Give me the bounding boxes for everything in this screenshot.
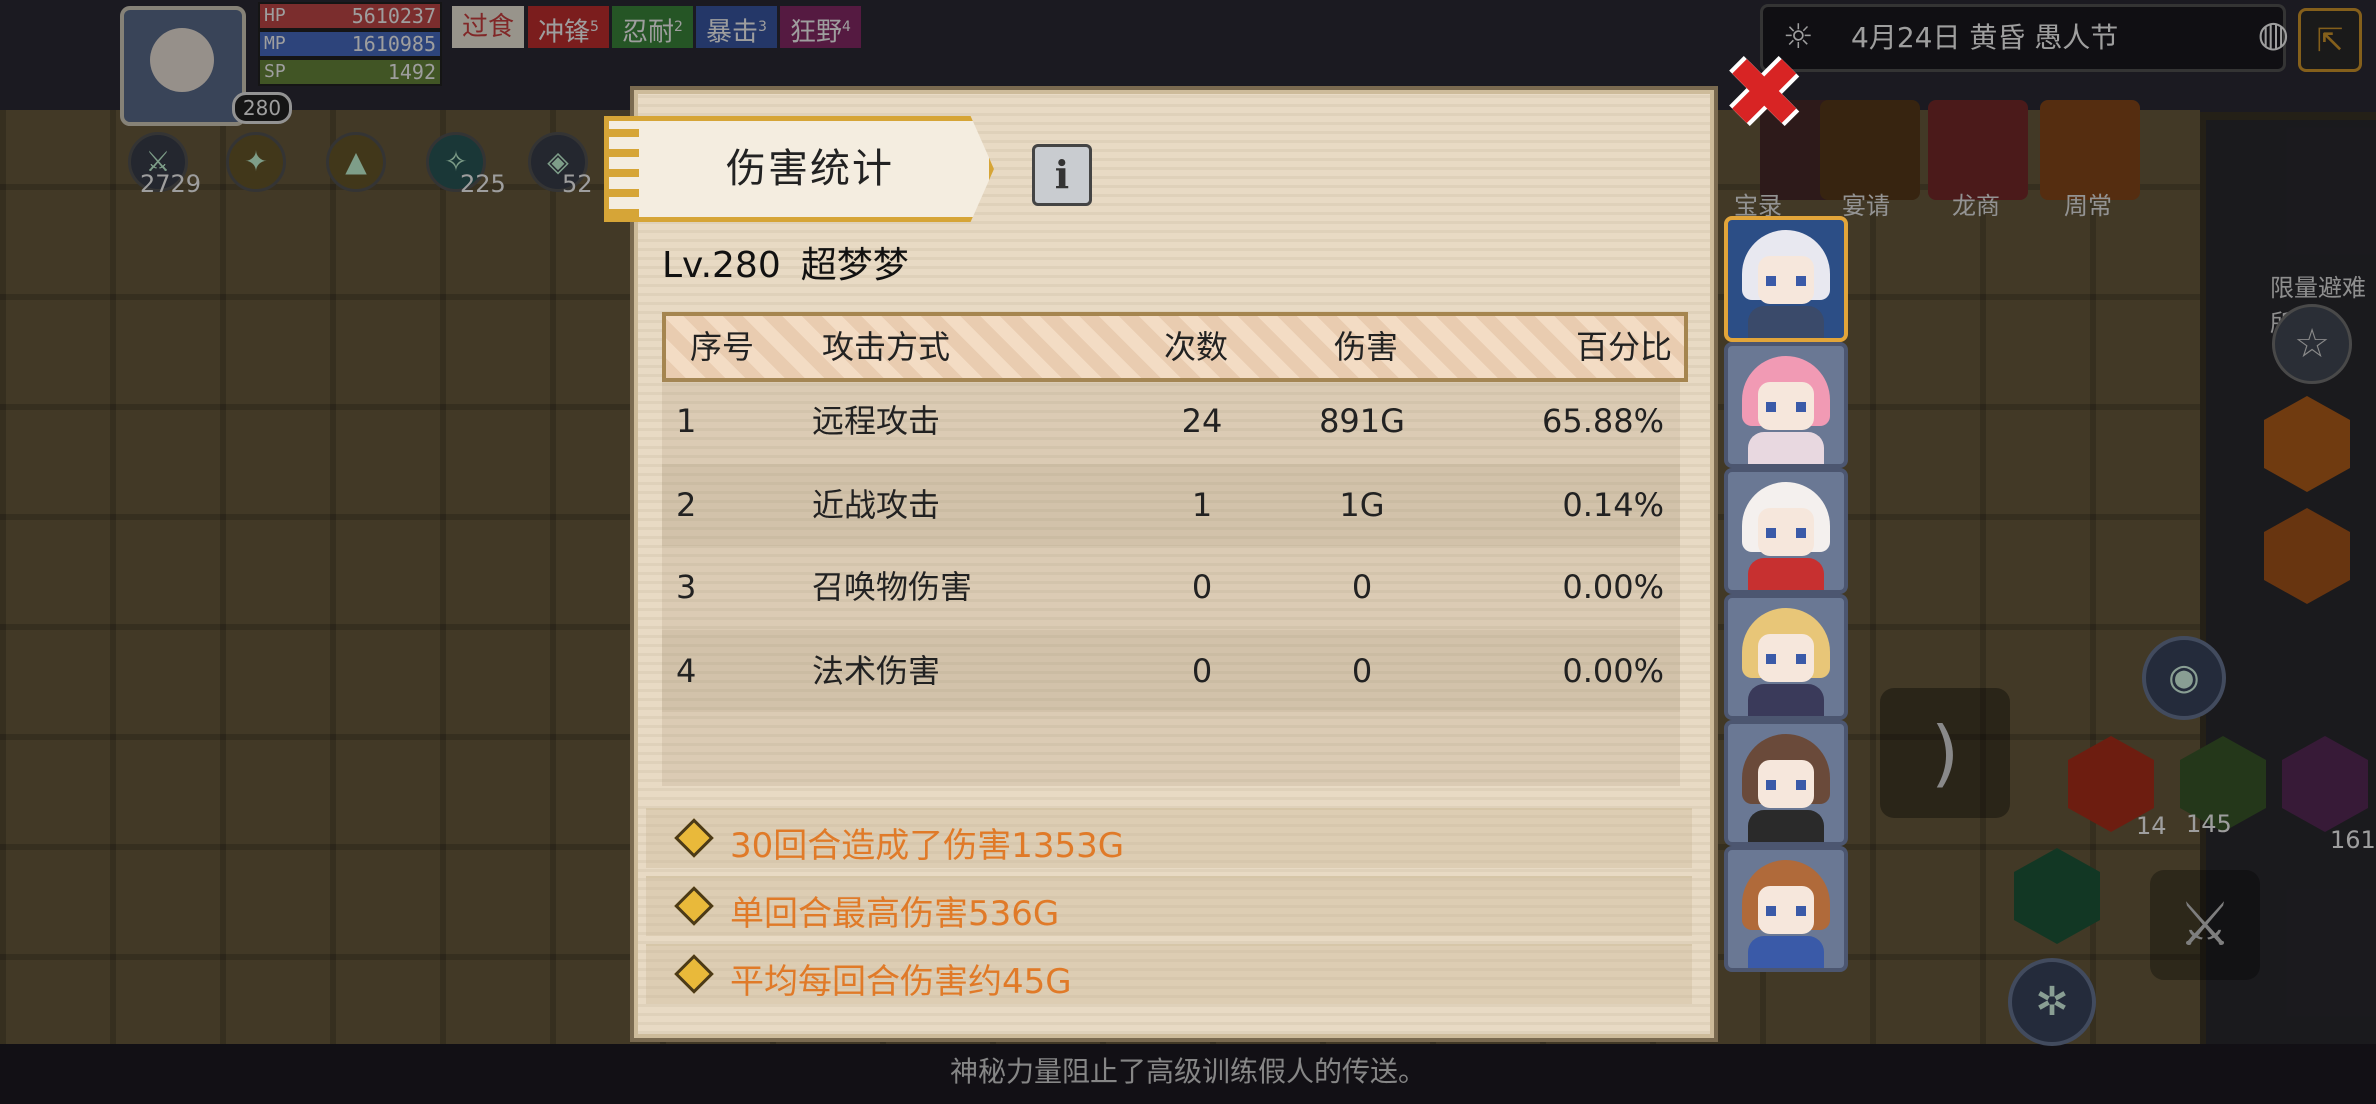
character-level: Lv.280 — [662, 245, 781, 286]
portrait-eyes — [1766, 402, 1806, 412]
portrait-body — [1748, 936, 1824, 968]
diamond-bullet-icon — [674, 818, 714, 858]
portrait-body — [1748, 432, 1824, 464]
table-row: 4 法术伤害 0 0 0.00% — [662, 630, 1680, 712]
summary-total-damage: 30回合造成了伤害1353G — [730, 826, 1125, 866]
portrait-eyes — [1766, 276, 1806, 286]
character-portrait-3[interactable] — [1724, 468, 1848, 594]
panel-title: 伤害统计 — [726, 146, 894, 192]
row-attack-type: 远程攻击 — [812, 402, 941, 440]
header-attack-type: 攻击方式 — [822, 328, 951, 366]
character-name: 超梦梦 — [800, 245, 909, 286]
row-percent: 0.00% — [1562, 652, 1664, 690]
row-damage: 0 — [1351, 652, 1373, 690]
row-index: 3 — [676, 568, 697, 606]
character-portrait-4[interactable] — [1724, 594, 1848, 720]
character-portrait-5[interactable] — [1724, 720, 1848, 846]
header-percent: 百分比 — [1575, 328, 1672, 366]
title-tab-binding — [609, 121, 639, 217]
portrait-body — [1748, 684, 1824, 716]
portrait-eyes — [1766, 906, 1806, 916]
row-percent: 0.00% — [1562, 568, 1664, 606]
row-index: 1 — [676, 402, 697, 440]
summary-max-damage: 单回合最高伤害536G — [730, 894, 1060, 934]
header-index: 序号 — [690, 328, 755, 366]
row-percent: 65.88% — [1541, 402, 1664, 440]
portrait-eyes — [1766, 528, 1806, 538]
table-header: 序号 攻击方式 次数 伤害 百分比 — [662, 312, 1688, 382]
summary-average-damage: 平均每回合伤害约45G — [730, 962, 1072, 1002]
row-attack-type: 法术伤害 — [812, 652, 941, 690]
portrait-body — [1748, 810, 1824, 842]
portrait-body — [1748, 558, 1824, 590]
table-row: 2 近战攻击 1 1G 0.14% — [662, 464, 1680, 546]
diamond-bullet-icon — [674, 954, 714, 994]
row-damage: 891G — [1319, 402, 1405, 440]
row-attack-type: 近战攻击 — [812, 486, 941, 524]
portrait-eyes — [1766, 654, 1806, 664]
summary-row-average: 平均每回合伤害约45G — [646, 944, 1692, 1004]
row-attack-type: 召唤物伤害 — [812, 568, 973, 606]
portrait-body — [1748, 306, 1824, 338]
header-count: 次数 — [1163, 328, 1228, 366]
character-portrait-6[interactable] — [1724, 846, 1848, 972]
header-damage: 伤害 — [1333, 328, 1398, 366]
table-row: 1 远程攻击 24 891G 65.88% — [662, 380, 1680, 462]
table-row: 3 召唤物伤害 0 0 0.00% — [662, 546, 1680, 628]
character-info: Lv.280 超梦梦 — [662, 236, 909, 288]
close-icon[interactable]: ✖ — [1724, 45, 1804, 141]
row-damage: 1G — [1339, 486, 1385, 524]
row-index: 2 — [676, 486, 697, 524]
summary-row-max: 单回合最高伤害536G — [646, 876, 1692, 936]
character-portrait-1[interactable] — [1724, 216, 1848, 342]
character-portrait-2[interactable] — [1724, 342, 1848, 468]
summary-row-total: 30回合造成了伤害1353G — [646, 808, 1692, 868]
diamond-bullet-icon — [674, 886, 714, 926]
portrait-eyes — [1766, 780, 1806, 790]
row-index: 4 — [676, 652, 697, 690]
info-icon[interactable]: i — [1032, 144, 1092, 206]
row-percent: 0.14% — [1562, 486, 1664, 524]
row-damage: 0 — [1351, 568, 1373, 606]
